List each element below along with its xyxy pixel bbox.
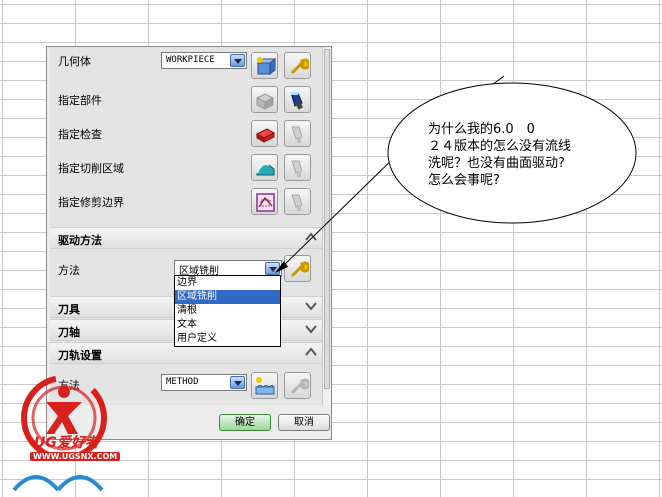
- dropdown-option-area-milling[interactable]: 区域铣削: [175, 290, 280, 304]
- logo-brand-text: UG爱好者: [34, 435, 99, 451]
- callout-line: 怎么会事呢?: [428, 173, 500, 188]
- chevron-down-icon[interactable]: [305, 301, 317, 311]
- specify-trim-boundary-row: 指定修剪边界: [50, 185, 323, 219]
- drive-method-label: 方法: [58, 264, 80, 277]
- ok-button[interactable]: 确定: [219, 414, 271, 431]
- select-check-button[interactable]: [251, 120, 278, 147]
- check-body-icon: [255, 128, 276, 143]
- new-method-button[interactable]: [251, 372, 278, 399]
- path-method-select-value: METHOD: [166, 377, 199, 387]
- drive-method-dropdown-list[interactable]: 边界 区域铣削 清根 文本 用户定义: [174, 275, 281, 347]
- display-trim-boundary-button[interactable]: [284, 188, 311, 215]
- flashlight-icon: [290, 92, 303, 110]
- display-check-button[interactable]: [284, 120, 311, 147]
- specify-cut-area-label: 指定切削区域: [58, 162, 124, 175]
- dialog-scroll-area: 几何体 WORKPIECE 指定部件 指定检查 指定切削区域 指定修剪边界 驱动…: [50, 47, 323, 405]
- part-cube-icon: [255, 93, 275, 110]
- chevron-down-icon[interactable]: [305, 324, 317, 334]
- edit-drive-method-button[interactable]: [284, 255, 311, 282]
- specify-check-row: 指定检查: [50, 117, 323, 151]
- geometry-row: 几何体 WORKPIECE: [50, 47, 323, 81]
- edit-method-button[interactable]: [284, 372, 311, 399]
- dropdown-option-text[interactable]: 文本: [175, 318, 280, 332]
- specify-cut-area-row: 指定切削区域: [50, 151, 323, 185]
- tool-section-title: 刀具: [58, 303, 80, 316]
- edit-geometry-button[interactable]: [284, 52, 311, 79]
- cut-area-icon: [256, 163, 275, 176]
- callout-line: 为什么我的6.0 0: [428, 122, 535, 137]
- drive-method-section-header[interactable]: 驱动方法: [50, 227, 323, 249]
- path-settings-section-title: 刀轨设置: [58, 349, 102, 362]
- tool-axis-section-title: 刀轴: [58, 326, 80, 339]
- new-method-icon: [255, 377, 275, 395]
- new-geometry-icon: [256, 57, 276, 76]
- dropdown-option-boundary[interactable]: 边界: [175, 276, 280, 290]
- dropdown-option-user-defined[interactable]: 用户定义: [175, 332, 280, 346]
- logo-url-text: WWW.UGSNX.COM: [30, 452, 121, 461]
- specify-part-label: 指定部件: [58, 94, 102, 107]
- new-geometry-button[interactable]: [251, 52, 278, 79]
- flashlight-disabled-icon: [291, 126, 303, 143]
- wrench-icon: [290, 261, 309, 278]
- drive-method-title: 驱动方法: [58, 234, 102, 247]
- specify-part-row: 指定部件: [50, 83, 323, 117]
- trim-boundary-icon: [256, 193, 275, 212]
- display-cut-area-button[interactable]: [284, 154, 311, 181]
- select-part-button[interactable]: [251, 86, 278, 113]
- chevron-down-icon[interactable]: [230, 376, 245, 389]
- select-cut-area-button[interactable]: [251, 154, 278, 181]
- display-part-button[interactable]: [284, 86, 311, 113]
- callout-line: 洗呢？也没有曲面驱动?: [428, 156, 565, 171]
- watermark-logo: UG爱好者 WWW.UGSNX.COM: [6, 372, 136, 492]
- speech-bubble-text: 为什么我的6.0 0 ２４版本的怎么没有流线 洗呢？也没有曲面驱动? 怎么会事呢…: [428, 121, 618, 189]
- scrollbar-thumb[interactable]: [324, 49, 330, 389]
- wrench-disabled-icon: [290, 378, 309, 395]
- specify-trim-boundary-label: 指定修剪边界: [58, 196, 124, 209]
- chevron-down-icon[interactable]: [230, 54, 245, 67]
- geometry-select-value: WORKPIECE: [166, 55, 215, 65]
- wrench-icon: [290, 58, 309, 75]
- chevron-down-icon[interactable]: [265, 262, 280, 275]
- dropdown-option-flowcut[interactable]: 清根: [175, 304, 280, 318]
- flashlight-disabled-icon: [291, 194, 303, 211]
- cancel-button[interactable]: 取消: [278, 414, 330, 431]
- callout-line: ２４版本的怎么没有流线: [428, 139, 572, 154]
- path-method-select[interactable]: METHOD: [161, 374, 247, 391]
- select-trim-boundary-button[interactable]: [251, 188, 278, 215]
- geometry-select[interactable]: WORKPIECE: [161, 52, 247, 69]
- chevron-up-icon[interactable]: [305, 347, 317, 357]
- specify-check-label: 指定检查: [58, 128, 102, 141]
- geometry-label: 几何体: [58, 55, 91, 68]
- chevron-up-icon[interactable]: [305, 232, 317, 242]
- dialog-scrollbar[interactable]: [322, 47, 331, 405]
- flashlight-disabled-icon: [291, 160, 303, 177]
